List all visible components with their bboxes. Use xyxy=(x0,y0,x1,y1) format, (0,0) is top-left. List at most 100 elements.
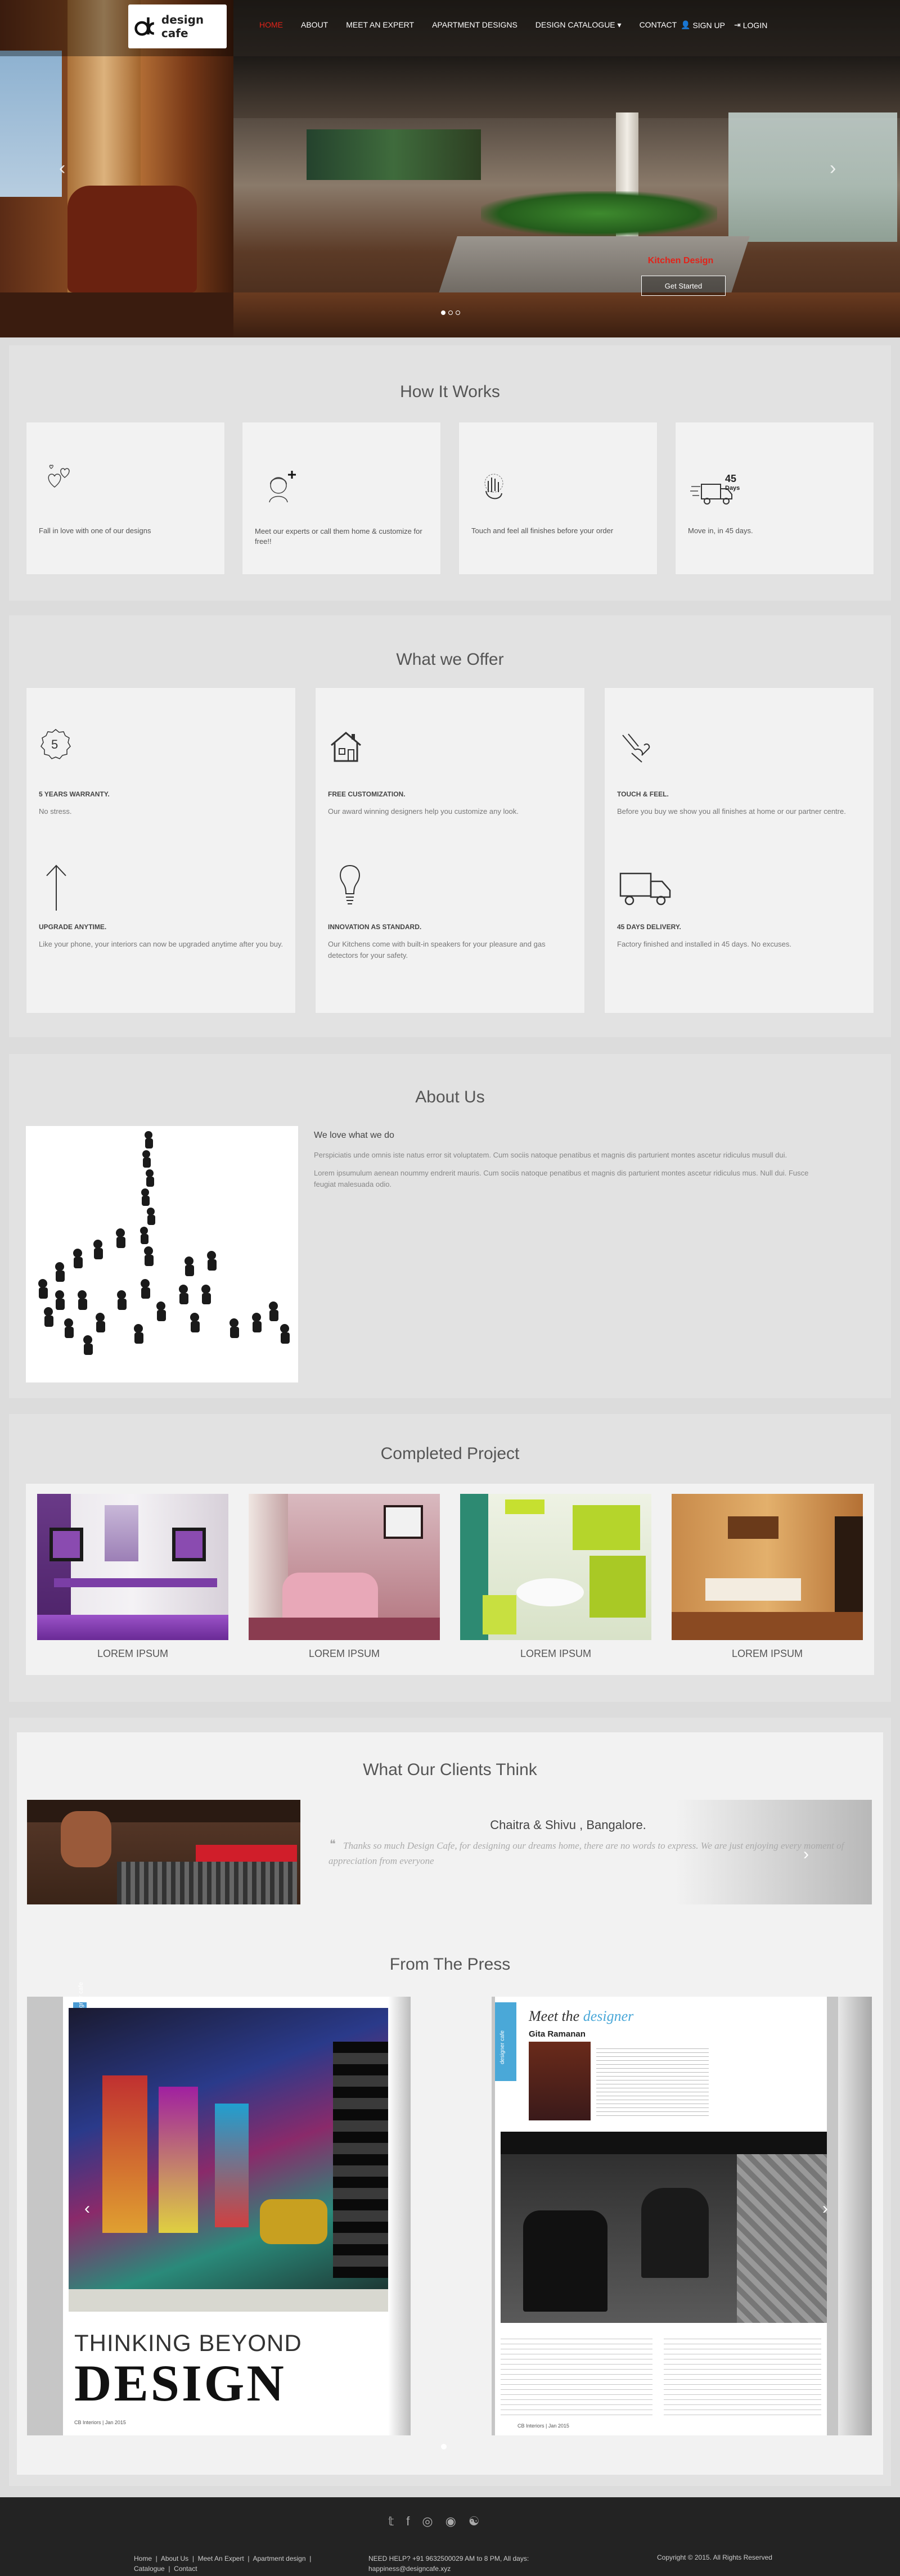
client-quote: Thanks so much Design Cafe, for designin… xyxy=(328,1840,844,1867)
user-icon: 👤 xyxy=(681,20,691,29)
about-section: About Us We love what we do Perspiciatis… xyxy=(0,1046,900,1406)
hero-caption: Kitchen Design xyxy=(647,256,714,265)
project-image[interactable] xyxy=(460,1494,651,1640)
project-image[interactable] xyxy=(37,1494,228,1640)
main-menu: HOME ABOUT MEET AN EXPERT APARTMENT DESI… xyxy=(250,20,686,30)
offer-card: FREE CUSTOMIZATION. Our award winning de… xyxy=(315,687,585,1014)
logo[interactable]: design cafe xyxy=(128,4,227,48)
clients-next-arrow[interactable]: › xyxy=(803,1845,809,1864)
hero-next-arrow[interactable]: › xyxy=(830,157,836,179)
twitter-icon[interactable]: 𝕥 xyxy=(388,2514,394,2529)
signup-link[interactable]: 👤 SIGN UP xyxy=(681,20,725,30)
section-title: Completed Project xyxy=(380,1444,520,1463)
how-card: Fall in love with one of our designs xyxy=(26,422,225,575)
login-link[interactable]: ⇥ LOGIN xyxy=(734,20,767,30)
slider-dot[interactable] xyxy=(448,310,453,315)
social-icons: 𝕥 f ◎ ◉ ☯ xyxy=(388,2514,480,2529)
project-label: LOREM IPSUM xyxy=(308,1648,380,1659)
offer-text: No stress. xyxy=(39,807,72,816)
facebook-icon[interactable]: f xyxy=(406,2514,410,2529)
press-footer: CB Interiors | Jan 2015 xyxy=(518,2423,569,2429)
footer-link-meet-expert[interactable]: Meet An Expert xyxy=(198,2555,244,2563)
about-paragraph-1: Perspiciatis unde omnis iste natus error… xyxy=(314,1151,788,1159)
project-label: LOREM IPSUM xyxy=(520,1648,592,1659)
press-magazine-right[interactable]: designer cafe Meet the designer Gita Ram… xyxy=(495,1997,827,2435)
house-icon xyxy=(331,732,361,762)
nav-home[interactable]: HOME xyxy=(250,20,292,30)
nav-design-catalogue[interactable]: DESIGN CATALOGUE ▾ xyxy=(526,20,631,30)
press-next-arrow[interactable]: › xyxy=(822,2199,828,2218)
logo-mark-icon xyxy=(134,17,155,36)
footer-help: NEED HELP? +91 9632500029 AM to 8 PM, Al… xyxy=(368,2554,554,2574)
press-meet-word: designer xyxy=(583,2008,634,2024)
how-text: Move in, in 45 days. xyxy=(688,526,753,535)
get-started-button[interactable]: Get Started xyxy=(641,276,726,296)
what-we-offer-section: What we Offer 5 5 YEARS WARRANTY. No str… xyxy=(0,607,900,1046)
press-section: From The Press designer cafe THINKING BE… xyxy=(0,1924,900,2497)
how-card: Touch and feel all finishes before your … xyxy=(458,422,658,575)
footer-link-about[interactable]: About Us xyxy=(161,2555,188,2563)
press-headline-big: DESIGN xyxy=(74,2354,286,2412)
nav-contact[interactable]: CONTACT xyxy=(631,20,686,30)
section-title: About Us xyxy=(415,1088,485,1106)
offer-text: Before you buy we show you all finishes … xyxy=(617,807,846,816)
about-paragraph-2: Lorem ipsumulum aenean noummy endrerit m… xyxy=(314,1169,809,1188)
hearts-icon xyxy=(48,465,70,488)
truck-icon xyxy=(619,872,671,906)
section-title: What we Offer xyxy=(396,650,504,669)
offer-heading: INNOVATION AS STANDARD. xyxy=(328,923,422,931)
project-image[interactable] xyxy=(672,1494,863,1640)
footer-link-home[interactable]: Home xyxy=(134,2555,152,2563)
slider-dots xyxy=(441,310,460,315)
footer-copyright: Copyright © 2015. All Rights Reserved xyxy=(657,2554,772,2561)
how-text: Fall in love with one of our designs xyxy=(39,526,151,535)
svg-text:5: 5 xyxy=(51,737,58,751)
login-icon: ⇥ xyxy=(734,20,741,29)
dribbble-icon[interactable]: ◎ xyxy=(422,2514,433,2529)
slider-dot[interactable] xyxy=(441,310,446,315)
arrow-up-icon xyxy=(46,864,66,911)
offer-text: Like your phone, your interiors can now … xyxy=(39,940,284,948)
hero-prev-arrow[interactable]: ‹ xyxy=(59,157,65,179)
top-nav: design cafe HOME ABOUT MEET AN EXPERT AP… xyxy=(0,0,900,56)
press-footer: CB Interiors | Jan 2015 xyxy=(74,2420,126,2425)
footer-link-catalogue[interactable]: Catalogue xyxy=(134,2565,165,2573)
client-name: Chaitra & Shivu , Bangalore. xyxy=(490,1818,646,1832)
footer-link-contact[interactable]: Contact xyxy=(174,2565,197,2573)
nav-apartment-designs[interactable]: APARTMENT DESIGNS xyxy=(423,20,526,30)
login-label: LOGIN xyxy=(742,20,768,30)
github-icon[interactable]: ☯ xyxy=(469,2514,480,2529)
press-designer-name: Gita Ramanan xyxy=(529,2029,586,2039)
footer-email[interactable]: happiness@designcafe.xyz xyxy=(368,2564,554,2574)
how-text: Meet our experts or call them home & cus… xyxy=(255,527,422,546)
press-meet-prefix: Meet the xyxy=(529,2008,580,2024)
press-magazine-left[interactable]: designer cafe THINKING BEYOND DESIGN CB … xyxy=(63,1982,410,2435)
section-title: What Our Clients Think xyxy=(363,1760,537,1779)
hand-touch-icon xyxy=(484,474,503,499)
nav-meet-expert[interactable]: MEET AN EXPERT xyxy=(337,20,423,30)
offer-text: Factory finished and installed in 45 day… xyxy=(617,940,792,948)
offer-heading: 5 YEARS WARRANTY. xyxy=(39,790,110,798)
press-prev-arrow[interactable]: ‹ xyxy=(84,2199,90,2218)
press-slider-dot[interactable] xyxy=(441,2444,447,2449)
offer-text: Our award winning designers help you cus… xyxy=(328,807,519,816)
offer-heading: FREE CUSTOMIZATION. xyxy=(328,790,406,798)
project-image[interactable] xyxy=(249,1494,440,1640)
offer-card: 5 5 YEARS WARRANTY. No stress. UPGRADE A… xyxy=(26,687,296,1014)
slider-dot[interactable] xyxy=(456,310,460,315)
delivery-truck-icon: 45 Days xyxy=(690,473,740,505)
how-it-works-section: How It Works Fall in love with one of ou… xyxy=(0,337,900,607)
offer-card: TOUCH & FEEL. Before you buy we show you… xyxy=(604,687,874,1014)
flickr-icon[interactable]: ◉ xyxy=(446,2514,456,2529)
project-label: LOREM IPSUM xyxy=(97,1648,169,1659)
section-title: How It Works xyxy=(400,382,500,401)
projects-section: Completed Project LOREM IPSUM LOREM IPSU… xyxy=(0,1406,900,1710)
about-subtitle: We love what we do xyxy=(314,1131,394,1140)
svg-text:45: 45 xyxy=(725,473,736,484)
footer-link-apartment[interactable]: Apartment design xyxy=(253,2555,305,2563)
hand-icon xyxy=(622,733,650,763)
how-card: 45 Days Move in, in 45 days. xyxy=(675,422,874,575)
offer-heading: 45 DAYS DELIVERY. xyxy=(617,923,681,931)
section-title: From The Press xyxy=(389,1955,511,1974)
nav-about[interactable]: ABOUT xyxy=(292,20,337,30)
